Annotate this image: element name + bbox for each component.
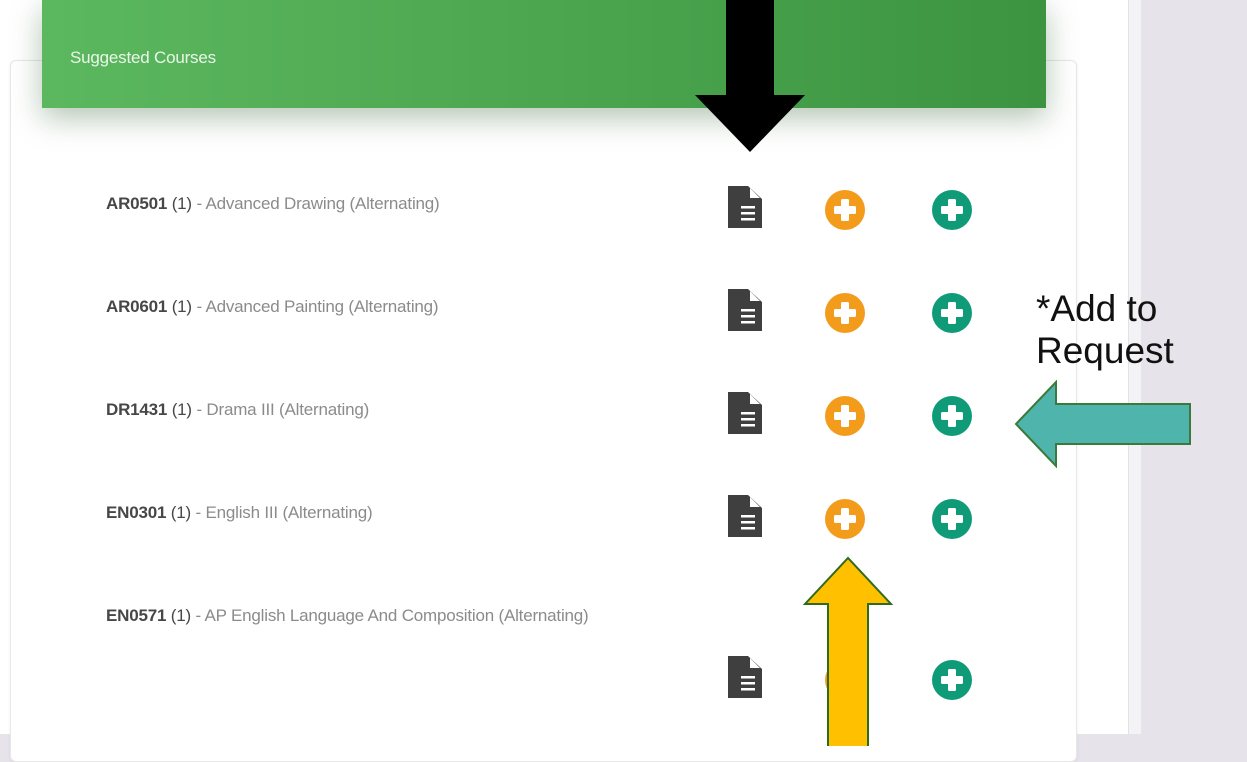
add-to-request-button[interactable]	[931, 659, 973, 701]
course-code: DR1431	[106, 400, 168, 419]
course-credit: (1)	[171, 297, 192, 316]
course-row: AR0601 (1) - Advanced Painting (Alternat…	[0, 283, 1100, 343]
document-icon[interactable]	[724, 392, 766, 434]
course-label: AR0501 (1) - Advanced Drawing (Alternati…	[106, 194, 440, 214]
course-code: EN0571	[106, 606, 167, 625]
course-row: AR0501 (1) - Advanced Drawing (Alternati…	[0, 180, 1100, 240]
course-label: AR0601 (1) - Advanced Painting (Alternat…	[106, 297, 439, 317]
course-row: EN0571 (1) - AP English Language And Com…	[0, 592, 1100, 722]
course-credit: (1)	[170, 606, 191, 625]
course-label: EN0301 (1) - English III (Alternating)	[106, 503, 373, 523]
annotation-arrow-left-teal	[1014, 380, 1191, 468]
course-label: DR1431 (1) - Drama III (Alternating)	[106, 400, 369, 420]
course-name: - Drama III (Alternating)	[196, 400, 370, 419]
add-alternate-button[interactable]	[824, 498, 866, 540]
course-code: AR0601	[106, 297, 168, 316]
card-header: Suggested Courses	[42, 0, 1046, 108]
add-to-request-button[interactable]	[931, 292, 973, 334]
course-row: DR1431 (1) - Drama III (Alternating)	[0, 386, 1100, 446]
annotation-text: *Add to Request	[1036, 288, 1174, 372]
add-alternate-button[interactable]	[824, 292, 866, 334]
document-icon[interactable]	[724, 289, 766, 331]
course-row: EN0301 (1) - English III (Alternating)	[0, 489, 1100, 549]
add-to-request-button[interactable]	[931, 498, 973, 540]
annotation-arrow-down-black	[695, 0, 805, 152]
add-alternate-button[interactable]	[824, 189, 866, 231]
add-to-request-button[interactable]	[931, 395, 973, 437]
course-credit: (1)	[171, 194, 192, 213]
document-icon[interactable]	[724, 186, 766, 228]
course-name: - AP English Language And Composition (A…	[195, 606, 589, 625]
card-title: Suggested Courses	[70, 48, 216, 67]
course-credit: (1)	[171, 400, 192, 419]
course-name: - English III (Alternating)	[195, 503, 373, 522]
annotation-line-1: *Add to	[1036, 288, 1158, 329]
document-icon[interactable]	[724, 495, 766, 537]
course-name: - Advanced Drawing (Alternating)	[196, 194, 440, 213]
add-alternate-button[interactable]	[824, 395, 866, 437]
course-credit: (1)	[170, 503, 191, 522]
course-name: - Advanced Painting (Alternating)	[196, 297, 439, 316]
annotation-line-2: Request	[1036, 330, 1174, 371]
document-icon[interactable]	[724, 656, 766, 698]
annotation-arrow-up-yellow	[802, 556, 894, 746]
course-code: AR0501	[106, 194, 168, 213]
add-to-request-button[interactable]	[931, 189, 973, 231]
course-label: EN0571 (1) - AP English Language And Com…	[106, 606, 589, 626]
course-code: EN0301	[106, 503, 167, 522]
